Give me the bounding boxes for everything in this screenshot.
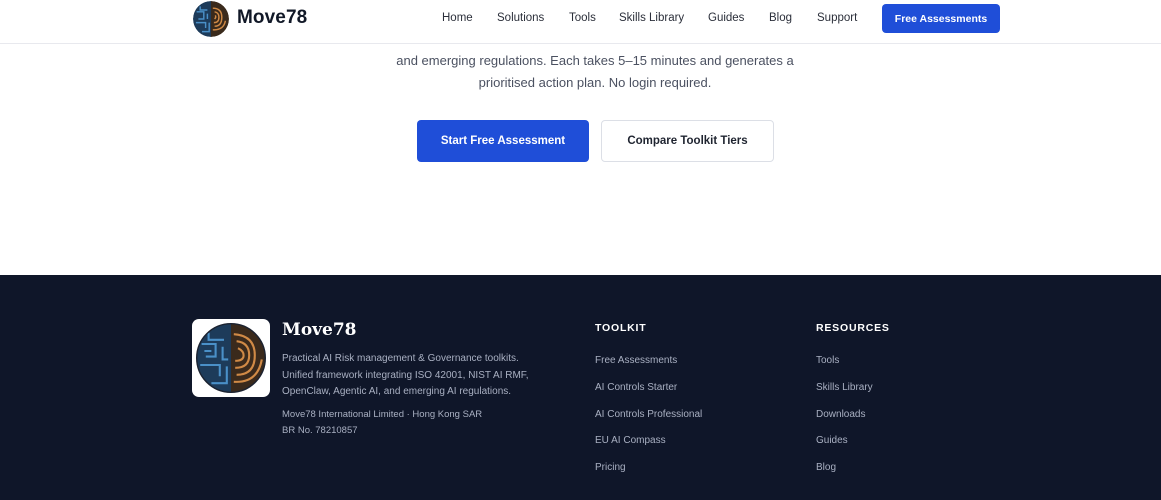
nav-support[interactable]: Support — [817, 12, 857, 24]
start-free-assessment-button[interactable]: Start Free Assessment — [417, 120, 589, 162]
nav-skills-library[interactable]: Skills Library — [619, 12, 684, 24]
footer-link-skills-library[interactable]: Skills Library — [816, 382, 873, 409]
toolkit-column-title: TOOLKIT — [595, 322, 647, 334]
footer-link-downloads[interactable]: Downloads — [816, 409, 873, 436]
circuit-maze-logo-icon — [192, 319, 270, 397]
footer-link-pricing[interactable]: Pricing — [595, 462, 702, 489]
hero-text-line: and emerging regulations. Each takes 5–1… — [396, 53, 794, 68]
circuit-maze-logo-icon[interactable] — [193, 1, 229, 37]
free-assessments-button[interactable]: Free Assessments — [882, 4, 1000, 33]
site-footer: Move78 Practical AI Risk management & Go… — [0, 275, 1161, 500]
footer-link-guides[interactable]: Guides — [816, 435, 873, 462]
company-name: Move78 International Limited · Hong Kong… — [282, 409, 483, 420]
footer-link-ai-controls-starter[interactable]: AI Controls Starter — [595, 382, 702, 409]
nav-guides[interactable]: Guides — [708, 12, 744, 24]
footer-description: Practical AI Risk management & Governanc… — [282, 353, 529, 397]
nav-solutions[interactable]: Solutions — [497, 12, 544, 24]
footer-link-blog[interactable]: Blog — [816, 462, 873, 489]
footer-link-eu-ai-compass[interactable]: EU AI Compass — [595, 435, 702, 462]
nav-tools[interactable]: Tools — [569, 12, 596, 24]
compare-toolkit-tiers-button[interactable]: Compare Toolkit Tiers — [601, 120, 774, 162]
footer-brand-name: Move78 — [282, 320, 357, 340]
hero-description: and emerging regulations. Each takes 5–1… — [370, 50, 820, 94]
footer-link-tools[interactable]: Tools — [816, 355, 873, 382]
nav-blog[interactable]: Blog — [769, 12, 792, 24]
registration-number: BR No. 78210857 — [282, 424, 358, 436]
hero-text-line: prioritised action plan. No login requir… — [478, 75, 712, 90]
nav-home[interactable]: Home — [442, 12, 473, 24]
resources-column-title: RESOURCES — [816, 322, 890, 334]
footer-link-ai-controls-professional[interactable]: AI Controls Professional — [595, 409, 702, 436]
footer-link-free-assessments[interactable]: Free Assessments — [595, 355, 702, 382]
brand-name[interactable]: Move78 — [237, 7, 307, 29]
resources-links: Tools Skills Library Downloads Guides Bl… — [816, 355, 873, 489]
footer-legal: Move78 International Limited · Hong Kong… — [282, 407, 552, 438]
toolkit-links: Free Assessments AI Controls Starter AI … — [595, 355, 702, 489]
site-header: Move78 Home Solutions Tools Skills Libra… — [0, 0, 1161, 44]
